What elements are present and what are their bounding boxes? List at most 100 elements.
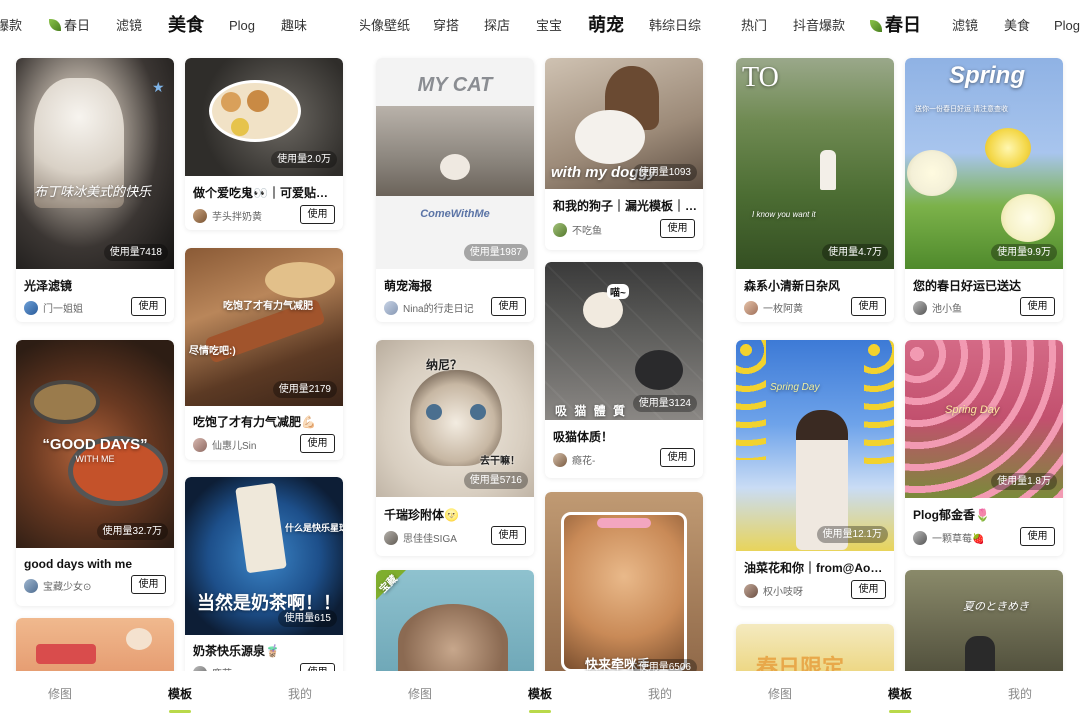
template-thumbnail: “GOOD DAYS” WITH ME 使用量32.7万 [16,340,174,548]
template-card[interactable]: 快来牵咪手 使用量6506 [545,492,703,678]
template-card[interactable] [16,618,174,678]
avatar [744,583,758,598]
card-author: 池小鱼 [913,300,962,315]
template-card[interactable]: Spring Day 使用量1.8万 Plog郁金香🌷 一颗草莓🍓 使用 [905,340,1063,556]
avatar [384,530,398,545]
nav-item[interactable]: 滤镜 [952,18,978,34]
tab-mine[interactable]: 我的 [630,687,690,701]
nav-item[interactable]: 美食 [1004,18,1030,34]
bottom-tab-bar: 修图 模板 我的 [720,671,1080,722]
use-button[interactable]: 使用 [660,219,695,238]
use-button[interactable]: 使用 [1020,527,1055,546]
tab-templates[interactable]: 模板 [510,687,570,713]
nav-item-active[interactable]: 春日 [870,14,921,36]
use-button[interactable]: 使用 [131,297,166,316]
avatar [193,437,207,452]
nav-item[interactable]: 韩综日综 [649,18,701,34]
nav-item[interactable]: Plog [1054,18,1080,34]
template-thumbnail: 使用量2.0万 [185,58,343,176]
nav-item[interactable]: 合照头像壁纸 [360,18,410,34]
card-title: 光泽滤镜 [24,279,73,293]
template-thumbnail [16,618,174,678]
bottom-tab-bar: 修图 模板 我的 [0,671,360,722]
avatar [24,578,38,593]
leaf-icon [49,19,61,31]
category-nav: 合照头像壁纸 穿搭 探店 宝宝 萌宠 韩综日综 [360,0,720,52]
nav-item[interactable]: 热门 [741,18,767,34]
use-button[interactable]: 使用 [300,434,335,453]
card-author: 仙惠儿Sin [193,437,256,452]
template-thumbnail: 喵~ 吸 猫 體 質 使用量3124 [545,262,703,420]
template-card[interactable]: 什么是快乐星球？ 当然是奶茶啊！！ 使用量615 奶茶快乐源泉🧋 鹿茸 使用 [185,477,343,677]
card-title: 您的春日好运已送达 [913,279,1022,293]
avatar [553,222,567,237]
template-card[interactable]: 使用量2.0万 做个爱吃鬼👀｜可爱贴… 芋头拌奶黄 使用 [185,58,343,230]
card-author: 一颗草莓🍓 [913,530,984,545]
card-title: 吸猫体质！ [553,430,614,444]
nav-item[interactable]: 抖音爆款 [793,18,845,34]
avatar [913,530,927,545]
use-button[interactable]: 使用 [491,526,526,545]
tab-mine[interactable]: 我的 [990,687,1050,701]
use-button[interactable]: 使用 [491,297,526,316]
card-title: 吃饱了才有力气减肥💪🏻 [193,415,316,429]
template-card[interactable]: TO I know you want it 使用量4.7万 森系小清新日杂风 一… [736,58,894,322]
template-card[interactable]: 喵~ 吸 猫 體 質 使用量3124 吸猫体质！ 瘾花- 使用 [545,262,703,478]
template-thumbnail: 宝藏 [376,570,534,680]
usage-count: 使用量615 [278,610,337,627]
card-title: 千瑞珍附体🌝 [384,508,459,522]
card-author: 不吃鱼 [553,222,602,237]
use-button[interactable]: 使用 [1020,297,1055,316]
usage-count: 使用量2179 [272,381,337,398]
tab-templates[interactable]: 模板 [150,687,210,713]
card-author: 瘾花- [553,452,595,467]
active-tab-indicator [889,710,911,713]
panel-food: 爆款 春日 滤镜 美食 Plog 趣味 ★ 布丁味冰美式的快乐 使用量7418 … [0,0,360,722]
template-card[interactable]: 宝藏 [376,570,534,680]
card-author: 宝藏少女⊙ [24,578,91,593]
card-title: 和我的狗子｜漏光模板｜… [553,199,697,213]
use-button[interactable]: 使用 [131,575,166,594]
template-card[interactable]: 夏のときめき [905,570,1063,680]
nav-item[interactable]: 宝宝 [536,18,562,34]
tab-edit[interactable]: 修图 [390,687,450,701]
tab-edit[interactable]: 修图 [750,687,810,701]
template-card[interactable]: Spring 送你一份春日好运 请注意查收 使用量9.9万 您的春日好运已送达 … [905,58,1063,322]
leaf-icon [870,20,882,32]
template-thumbnail: ★ 布丁味冰美式的快乐 使用量7418 [16,58,174,269]
nav-item-active[interactable]: 美食 [168,14,204,36]
use-button[interactable]: 使用 [660,448,695,467]
template-card[interactable]: with my doggy 使用量1093 和我的狗子｜漏光模板｜… 不吃鱼 使… [545,58,703,250]
nav-item[interactable]: Plog [229,18,255,34]
thumbnail-caption: 夏のときめき [963,601,1029,613]
tab-templates[interactable]: 模板 [870,687,930,713]
template-thumbnail: Spring Day 使用量1.8万 [905,340,1063,498]
template-thumbnail: with my doggy 使用量1093 [545,58,703,189]
template-card[interactable]: MY CAT ComeWithMe 使用量1987 萌宠海报 Nina的行走日记… [376,58,534,322]
nav-item[interactable]: 穿搭 [433,18,459,34]
nav-item[interactable]: 爆款 [0,18,22,34]
nav-item[interactable]: 探店 [484,18,510,34]
nav-item-active[interactable]: 萌宠 [588,14,624,36]
template-thumbnail: 快来牵咪手 使用量6506 [545,492,703,678]
nav-item-spring[interactable]: 春日 [49,18,90,34]
avatar [384,300,398,315]
tab-edit[interactable]: 修图 [30,687,90,701]
template-card[interactable]: Spring Day 使用量12.1万 油菜花和你｜from@Aoo… 权小吱呀… [736,340,894,606]
tab-mine[interactable]: 我的 [270,687,330,701]
use-button[interactable]: 使用 [851,580,886,599]
card-title: 森系小清新日杂风 [744,279,841,293]
card-author: 权小吱呀 [744,583,803,598]
thumbnail-subcaption: ComeWithMe [420,208,490,220]
usage-count: 使用量3124 [632,395,697,412]
template-card[interactable]: ★ 布丁味冰美式的快乐 使用量7418 光泽滤镜 门一姐姐 使用 [16,58,174,322]
template-card[interactable]: “GOOD DAYS” WITH ME 使用量32.7万 good days w… [16,340,174,606]
use-button[interactable]: 使用 [300,205,335,224]
avatar [24,300,38,315]
nav-item[interactable]: 趣味 [281,18,307,34]
template-card[interactable]: 吃饱了才有力气减肥 尽情吃吧:) 使用量2179 吃饱了才有力气减肥💪🏻 仙惠儿… [185,248,343,460]
nav-item[interactable]: 滤镜 [116,18,142,34]
thumbnail-caption: Spring [949,62,1025,89]
use-button[interactable]: 使用 [851,297,886,316]
template-card[interactable]: 纳尼？ 去干嘛！ 使用量5716 千瑞珍附体🌝 思佳佳SIGA 使用 [376,340,534,556]
